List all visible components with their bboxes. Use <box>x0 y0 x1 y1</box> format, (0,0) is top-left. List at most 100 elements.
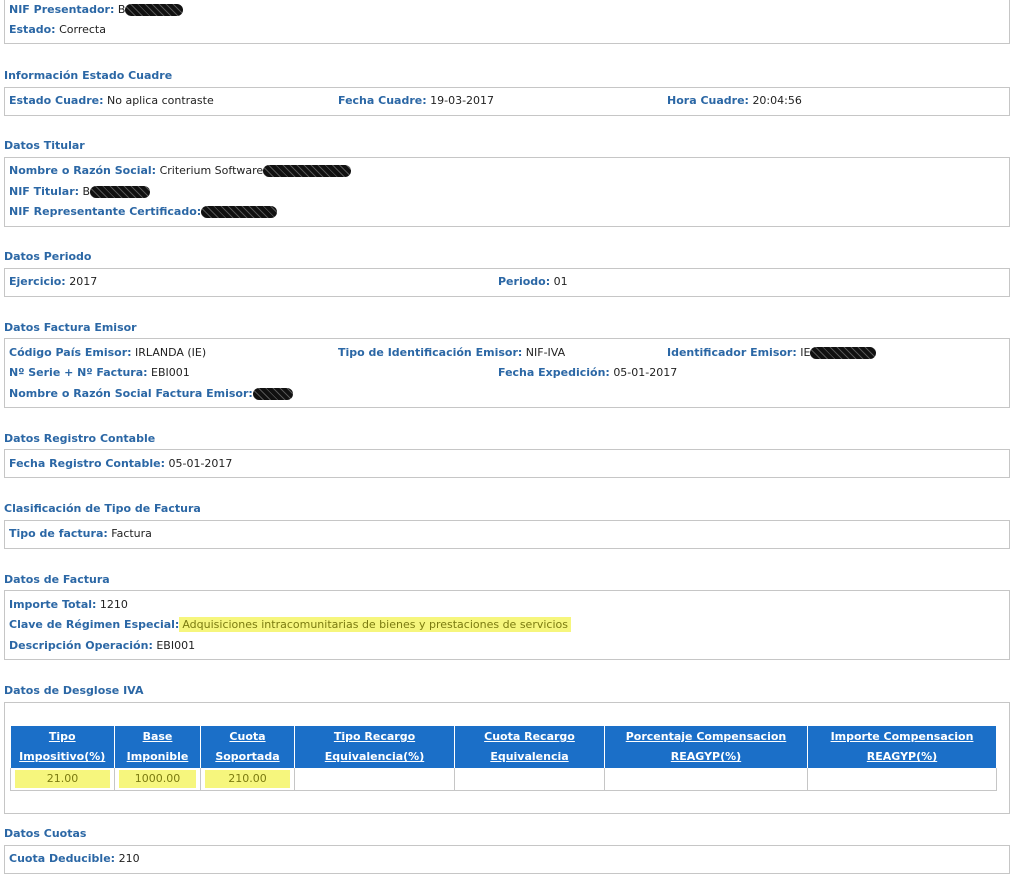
estado-cuadre-title: Información Estado Cuadre <box>4 69 173 82</box>
desglose-iva-table: Tipo Impositivo(%) Base Imponible Cuota Sop… <box>10 726 997 791</box>
header-line: Equivalencia <box>490 750 569 763</box>
fecha-registro-label: Fecha Registro Contable: <box>9 457 165 470</box>
nif-representante-row: NIF Representante Certificado: <box>9 205 278 219</box>
column-header-base-imponible[interactable]: Base Imponible <box>114 726 201 768</box>
ejercicio-row: Ejercicio: 2017 <box>9 275 97 289</box>
cell-base-imponible: 1000.00 <box>119 770 196 788</box>
cuota-deducible-label: Cuota Deducible: <box>9 852 116 865</box>
table-cell: 21.00 <box>10 768 115 791</box>
table-header-row: Tipo Impositivo(%) Base Imponible Cuota Sop… <box>10 726 997 768</box>
nif-presentador-row: NIF Presentador: B <box>9 3 184 17</box>
descripcion-value: EBI001 <box>156 639 196 652</box>
table-cell <box>604 768 808 791</box>
table-cell: 210.00 <box>200 768 295 791</box>
pais-emisor-label: Código País Emisor: <box>9 346 132 359</box>
ejercicio-label: Ejercicio: <box>9 275 66 288</box>
nombre-titular-row: Nombre o Razón Social: Criterium Softwar… <box>9 164 352 178</box>
pais-emisor-row: Código País Emisor: IRLANDA (IE) <box>9 346 206 360</box>
column-header-importe-compensacion[interactable]: Importe Compensacion REAGYP(%) <box>807 726 997 768</box>
cuotas-panel <box>4 845 1010 874</box>
hora-cuadre-label: Hora Cuadre: <box>667 94 749 107</box>
ejercicio-value: 2017 <box>69 275 98 288</box>
fecha-cuadre-value: 19-03-2017 <box>430 94 495 107</box>
estado-value: Correcta <box>59 23 106 36</box>
importe-total-label: Importe Total: <box>9 598 97 611</box>
cell-cuota-soportada: 210.00 <box>205 770 290 788</box>
redacted-mark <box>810 347 877 359</box>
nif-titular-label: NIF Titular: <box>9 185 80 198</box>
fecha-expedicion-row: Fecha Expedición: 05-01-2017 <box>498 366 677 380</box>
titular-title: Datos Titular <box>4 139 85 152</box>
datos-factura-title: Datos de Factura <box>4 573 110 586</box>
cuota-deducible-row: Cuota Deducible: 210 <box>9 852 140 866</box>
nombre-emisor-label: Nombre o Razón Social Factura Emisor: <box>9 387 253 400</box>
tipo-identificacion-value: NIF-IVA <box>525 346 566 359</box>
nif-titular-row: NIF Titular: B <box>9 185 151 199</box>
table-cell <box>294 768 455 791</box>
periodo-value: 01 <box>553 275 568 288</box>
clave-regimen-label: Clave de Régimen Especial: <box>9 618 180 631</box>
redacted-mark <box>90 186 151 198</box>
pais-emisor-value: IRLANDA (IE) <box>135 346 207 359</box>
tipo-factura-label: Tipo de factura: <box>9 527 108 540</box>
identificador-emisor-value: IE <box>800 346 811 359</box>
header-line: Soportada <box>215 750 280 763</box>
estado-cuadre-row: Estado Cuadre: No aplica contraste <box>9 94 214 108</box>
column-header-tipo-recargo[interactable]: Tipo Recargo Equivalencia(%) <box>294 726 455 768</box>
header-line: Imponible <box>126 750 189 763</box>
header-line: Base <box>142 730 173 743</box>
hora-cuadre-row: Hora Cuadre: 20:04:56 <box>667 94 802 108</box>
tipo-factura-value: Factura <box>111 527 152 540</box>
column-header-cuota-soportada[interactable]: Cuota Soportada <box>200 726 295 768</box>
column-header-porcentaje-compensacion[interactable]: Porcentaje Compensacion REAGYP(%) <box>604 726 808 768</box>
redacted-mark <box>252 388 293 400</box>
clasificacion-panel <box>4 520 1010 549</box>
desglose-iva-title: Datos de Desglose IVA <box>4 684 144 697</box>
clave-regimen-value: Adquisiciones intracomunitarias de biene… <box>179 617 571 632</box>
table-cell <box>454 768 605 791</box>
fecha-registro-row: Fecha Registro Contable: 05-01-2017 <box>9 457 232 471</box>
periodo-label: Periodo: <box>498 275 551 288</box>
fecha-cuadre-label: Fecha Cuadre: <box>338 94 427 107</box>
nif-representante-label: NIF Representante Certificado: <box>9 205 202 218</box>
column-header-tipo-impositivo[interactable]: Tipo Impositivo(%) <box>10 726 115 768</box>
importe-total-row: Importe Total: 1210 <box>9 598 128 612</box>
cuotas-title: Datos Cuotas <box>4 827 87 840</box>
table-cell <box>807 768 997 791</box>
header-line: Porcentaje Compensacion <box>625 730 787 743</box>
clave-regimen-row: Clave de Régimen Especial: Adquisiciones … <box>9 617 571 632</box>
factura-emisor-title: Datos Factura Emisor <box>4 321 137 334</box>
identificador-emisor-label: Identificador Emisor: <box>667 346 797 359</box>
tipo-identificacion-label: Tipo de Identificación Emisor: <box>338 346 523 359</box>
serie-factura-label: Nº Serie + Nº Factura: <box>9 366 148 379</box>
hora-cuadre-value: 20:04:56 <box>752 94 802 107</box>
registro-contable-title: Datos Registro Contable <box>4 432 156 445</box>
column-header-cuota-recargo[interactable]: Cuota Recargo Equivalencia <box>454 726 605 768</box>
nif-titular-value: B <box>82 185 91 198</box>
nif-presentador-label: NIF Presentador: <box>9 3 115 16</box>
estado-label: Estado: <box>9 23 56 36</box>
header-line: Cuota Recargo <box>484 730 575 743</box>
descripcion-label: Descripción Operación: <box>9 639 153 652</box>
header-line: REAGYP(%) <box>670 750 742 763</box>
header-line: REAGYP(%) <box>866 750 938 763</box>
nombre-emisor-row: Nombre o Razón Social Factura Emisor: <box>9 387 293 401</box>
importe-total-value: 1210 <box>99 598 128 611</box>
serie-factura-value: EBI001 <box>151 366 190 379</box>
fecha-registro-value: 05-01-2017 <box>168 457 233 470</box>
estado-cuadre-value: No aplica contraste <box>107 94 214 107</box>
fecha-expedicion-label: Fecha Expedición: <box>498 366 610 379</box>
cuota-deducible-value: 210 <box>118 852 140 865</box>
estado-row: Estado: Correcta <box>9 23 106 37</box>
serie-factura-row: Nº Serie + Nº Factura: EBI001 <box>9 366 190 380</box>
fecha-expedicion-value: 05-01-2017 <box>613 366 678 379</box>
estado-cuadre-label: Estado Cuadre: <box>9 94 104 107</box>
descripcion-row: Descripción Operación: EBI001 <box>9 639 195 653</box>
header-line: Cuota <box>229 730 266 743</box>
nif-presentador-value: B <box>117 3 126 16</box>
table-cell: 1000.00 <box>114 768 201 791</box>
redacted-mark <box>201 206 278 218</box>
fecha-cuadre-row: Fecha Cuadre: 19-03-2017 <box>338 94 494 108</box>
header-line: Tipo Recargo <box>333 730 416 743</box>
redacted-mark <box>125 4 184 16</box>
